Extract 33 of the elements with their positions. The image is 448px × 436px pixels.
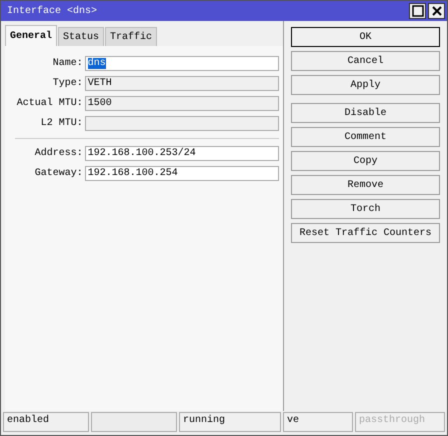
input-field[interactable]: 192.168.100.254	[84, 166, 279, 180]
action-button[interactable]: Copy	[291, 151, 440, 171]
input-field[interactable]	[84, 116, 279, 130]
status-cell: passthrough	[355, 412, 445, 432]
close-button[interactable]	[428, 3, 445, 19]
input-field[interactable]: 1500	[84, 96, 279, 110]
field-label: Name:	[52, 58, 84, 68]
dialog-button[interactable]: Apply	[291, 75, 440, 95]
status-cell: running	[179, 412, 281, 432]
dialog-button[interactable]: OK	[291, 27, 440, 47]
field-label: L2 MTU:	[40, 118, 84, 128]
field-label: Address:	[34, 148, 84, 158]
field-label: Type:	[52, 78, 84, 88]
input-field[interactable]: dns	[84, 56, 279, 70]
action-button[interactable]: Comment	[291, 127, 440, 147]
window-title: Interface <dns>	[7, 6, 98, 16]
field-label: Actual MTU:	[16, 98, 84, 108]
close-icon	[430, 5, 442, 17]
status-cell: ve	[283, 412, 353, 432]
input-field[interactable]: VETH	[84, 76, 279, 90]
action-button[interactable]: Reset Traffic Counters	[291, 223, 440, 243]
tab[interactable]: General	[5, 25, 58, 46]
maximize-button[interactable]	[409, 3, 426, 19]
field-label: Gateway:	[34, 168, 84, 178]
maximize-icon	[412, 5, 424, 17]
tab[interactable]: Status	[58, 27, 104, 46]
tab[interactable]: Traffic	[105, 27, 158, 46]
status-cell: enabled	[3, 412, 89, 432]
action-button[interactable]: Torch	[291, 199, 440, 219]
input-field[interactable]: 192.168.100.253/24	[84, 146, 279, 160]
dialog-button[interactable]: Cancel	[291, 51, 440, 71]
action-button[interactable]: Disable	[291, 103, 440, 123]
action-button[interactable]: Remove	[291, 175, 440, 195]
